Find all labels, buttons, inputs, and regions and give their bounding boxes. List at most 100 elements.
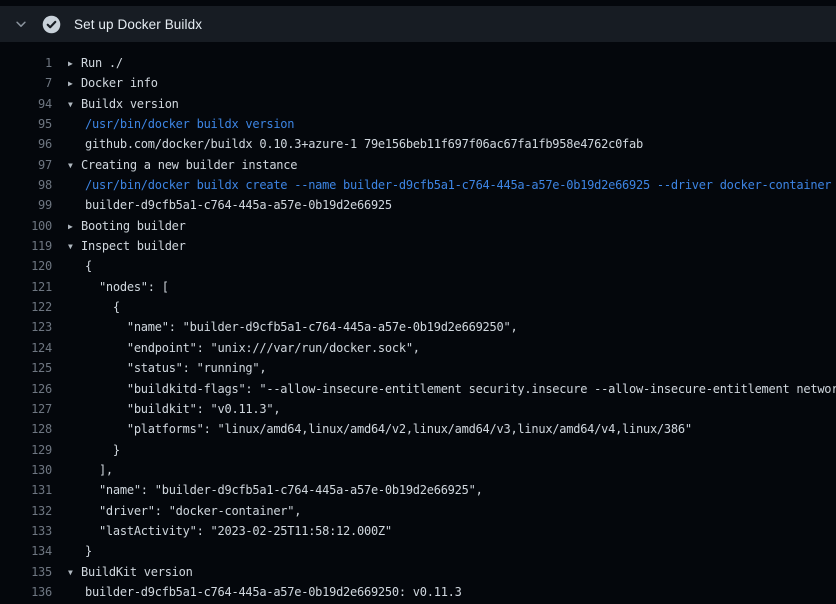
- log-line: 136builder-d9cfb5a1-c764-445a-a57e-0b19d…: [0, 582, 836, 602]
- log-line: 130 ],: [0, 460, 836, 480]
- log-group-header[interactable]: ▼Buildx version: [52, 94, 179, 114]
- log-group-header[interactable]: ▶Booting builder: [52, 216, 186, 236]
- line-number[interactable]: 131: [0, 480, 52, 500]
- line-number[interactable]: 124: [0, 338, 52, 358]
- line-number[interactable]: 98: [0, 175, 52, 195]
- output-text: "buildkit": "v0.11.3",: [52, 399, 280, 419]
- output-text: "endpoint": "unix:///var/run/docker.sock…: [52, 338, 420, 358]
- line-number[interactable]: 7: [0, 73, 52, 93]
- group-label: Booting builder: [81, 219, 186, 233]
- log-line: 134}: [0, 541, 836, 561]
- log-line: 131 "name": "builder-d9cfb5a1-c764-445a-…: [0, 480, 836, 500]
- log-line: 128 "platforms": "linux/amd64,linux/amd6…: [0, 419, 836, 439]
- output-text: github.com/docker/buildx 0.10.3+azure-1 …: [52, 134, 643, 154]
- log-line: 99builder-d9cfb5a1-c764-445a-a57e-0b19d2…: [0, 195, 836, 215]
- line-number[interactable]: 96: [0, 134, 52, 154]
- output-text: "lastActivity": "2023-02-25T11:58:12.000…: [52, 521, 392, 541]
- output-text: "name": "builder-d9cfb5a1-c764-445a-a57e…: [52, 317, 517, 337]
- step-header[interactable]: Set up Docker Buildx: [0, 6, 836, 42]
- group-label: Run ./: [81, 56, 123, 70]
- line-number[interactable]: 129: [0, 440, 52, 460]
- log-line: 122 {: [0, 297, 836, 317]
- log-line: 135▼BuildKit version: [0, 562, 836, 582]
- line-number[interactable]: 95: [0, 114, 52, 134]
- log-line: 121 "nodes": [: [0, 277, 836, 297]
- triangle-collapsed-icon[interactable]: ▶: [68, 217, 81, 236]
- log-line: 127 "buildkit": "v0.11.3",: [0, 399, 836, 419]
- output-text: builder-d9cfb5a1-c764-445a-a57e-0b19d2e6…: [52, 582, 462, 602]
- chevron-down-icon[interactable]: [13, 16, 29, 32]
- output-text: "driver": "docker-container",: [52, 501, 301, 521]
- output-text: "buildkitd-flags": "--allow-insecure-ent…: [52, 379, 836, 399]
- group-label: BuildKit version: [81, 565, 193, 579]
- line-number[interactable]: 130: [0, 460, 52, 480]
- group-label: Creating a new builder instance: [81, 158, 297, 172]
- line-number[interactable]: 100: [0, 216, 52, 236]
- log-line: 133 "lastActivity": "2023-02-25T11:58:12…: [0, 521, 836, 541]
- line-number[interactable]: 128: [0, 419, 52, 439]
- line-number[interactable]: 127: [0, 399, 52, 419]
- log-line: 120{: [0, 256, 836, 276]
- line-number[interactable]: 132: [0, 501, 52, 521]
- line-number[interactable]: 122: [0, 297, 52, 317]
- log-group-header[interactable]: ▼Inspect builder: [52, 236, 186, 256]
- line-number[interactable]: 121: [0, 277, 52, 297]
- triangle-expanded-icon[interactable]: ▼: [68, 156, 81, 175]
- line-number[interactable]: 136: [0, 582, 52, 602]
- line-number[interactable]: 135: [0, 562, 52, 582]
- output-text: {: [52, 256, 92, 276]
- log-group-header[interactable]: ▶Docker info: [52, 73, 158, 93]
- output-text: "status": "running",: [52, 358, 266, 378]
- command-text: /usr/bin/docker buildx version: [52, 114, 294, 134]
- log-line: 97▼Creating a new builder instance: [0, 155, 836, 175]
- log-line: 96github.com/docker/buildx 0.10.3+azure-…: [0, 134, 836, 154]
- log-group-header[interactable]: ▼Creating a new builder instance: [52, 155, 297, 175]
- output-text: "nodes": [: [52, 277, 169, 297]
- log-group-header[interactable]: ▼BuildKit version: [52, 562, 193, 582]
- log-line: 95/usr/bin/docker buildx version: [0, 114, 836, 134]
- log-line: 7▶Docker info: [0, 73, 836, 93]
- log-group-header[interactable]: ▶Run ./: [52, 53, 123, 73]
- triangle-expanded-icon[interactable]: ▼: [68, 95, 81, 114]
- log-lines: 1▶Run ./7▶Docker info94▼Buildx version95…: [0, 53, 836, 602]
- group-label: Inspect builder: [81, 239, 186, 253]
- output-text: builder-d9cfb5a1-c764-445a-a57e-0b19d2e6…: [52, 195, 392, 215]
- group-label: Docker info: [81, 76, 158, 90]
- check-circle-icon: [42, 15, 61, 34]
- log-line: 125 "status": "running",: [0, 358, 836, 378]
- triangle-collapsed-icon[interactable]: ▶: [68, 74, 81, 93]
- line-number[interactable]: 1: [0, 53, 52, 73]
- line-number[interactable]: 120: [0, 256, 52, 276]
- output-text: }: [52, 440, 120, 460]
- line-number[interactable]: 97: [0, 155, 52, 175]
- line-number[interactable]: 134: [0, 541, 52, 561]
- log-line: 124 "endpoint": "unix:///var/run/docker.…: [0, 338, 836, 358]
- line-number[interactable]: 133: [0, 521, 52, 541]
- log-line: 126 "buildkitd-flags": "--allow-insecure…: [0, 379, 836, 399]
- log-line: 98/usr/bin/docker buildx create --name b…: [0, 175, 836, 195]
- line-number[interactable]: 123: [0, 317, 52, 337]
- output-text: ],: [52, 460, 113, 480]
- log-line: 100▶Booting builder: [0, 216, 836, 236]
- line-number[interactable]: 99: [0, 195, 52, 215]
- log-line: 1▶Run ./: [0, 53, 836, 73]
- output-text: {: [52, 297, 120, 317]
- log-line: 132 "driver": "docker-container",: [0, 501, 836, 521]
- group-label: Buildx version: [81, 97, 179, 111]
- line-number[interactable]: 119: [0, 236, 52, 256]
- command-text: /usr/bin/docker buildx create --name bui…: [52, 175, 831, 195]
- step-title: Set up Docker Buildx: [74, 17, 202, 32]
- output-text: "name": "builder-d9cfb5a1-c764-445a-a57e…: [52, 480, 483, 500]
- log-line: 119▼Inspect builder: [0, 236, 836, 256]
- triangle-expanded-icon[interactable]: ▼: [68, 563, 81, 582]
- triangle-expanded-icon[interactable]: ▼: [68, 237, 81, 256]
- line-number[interactable]: 94: [0, 94, 52, 114]
- output-text: }: [52, 541, 92, 561]
- triangle-collapsed-icon[interactable]: ▶: [68, 54, 81, 73]
- output-text: "platforms": "linux/amd64,linux/amd64/v2…: [52, 419, 692, 439]
- line-number[interactable]: 125: [0, 358, 52, 378]
- log-line: 129 }: [0, 440, 836, 460]
- log-line: 123 "name": "builder-d9cfb5a1-c764-445a-…: [0, 317, 836, 337]
- line-number[interactable]: 126: [0, 379, 52, 399]
- log-line: 94▼Buildx version: [0, 94, 836, 114]
